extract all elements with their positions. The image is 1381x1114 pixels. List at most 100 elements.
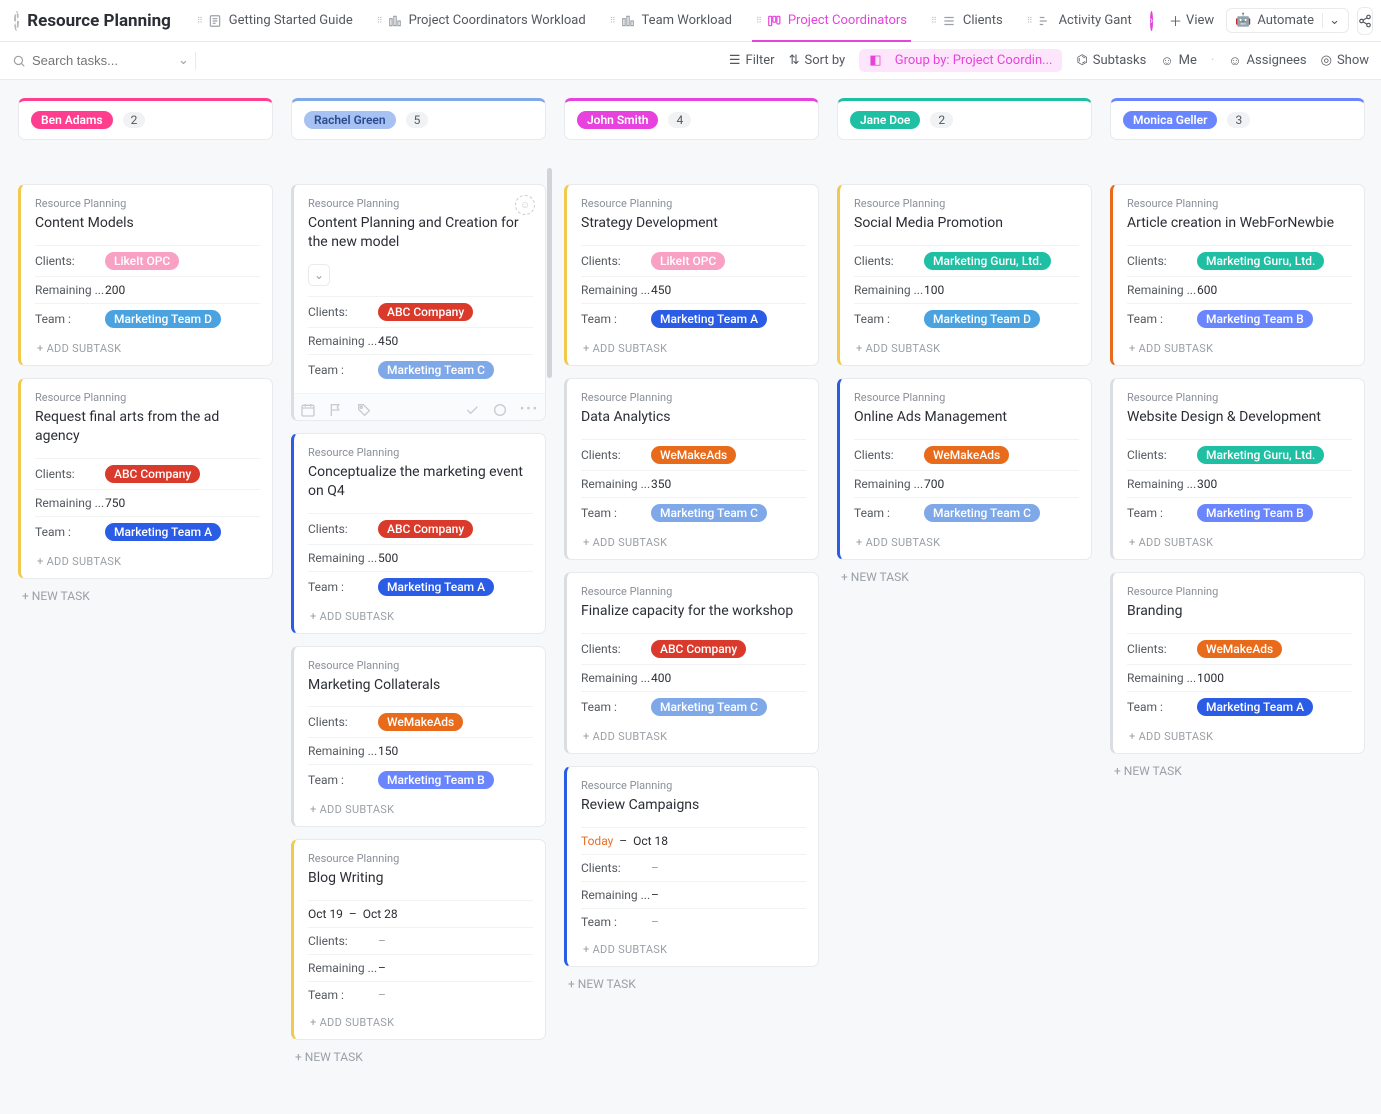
people-icon: ☺ <box>1228 53 1241 69</box>
circle-icon[interactable] <box>492 402 508 418</box>
column-header[interactable]: John Smith 4 <box>564 98 819 140</box>
team-tag[interactable]: Marketing Team B <box>1197 310 1313 328</box>
add-subtask-button[interactable]: + ADD SUBTASK <box>308 795 533 818</box>
new-task-button[interactable]: + NEW TASK <box>1110 754 1365 788</box>
view-tab[interactable]: ⠿Project Coordinators <box>744 0 919 42</box>
team-tag[interactable]: Marketing Team C <box>378 361 494 379</box>
new-task-button[interactable]: + NEW TASK <box>18 579 273 613</box>
view-tab[interactable]: ⠿Activity Gant <box>1015 0 1144 42</box>
new-task-button[interactable]: + NEW TASK <box>291 1040 546 1074</box>
column-header[interactable]: Monica Geller 3 <box>1110 98 1365 140</box>
new-task-button[interactable]: + NEW TASK <box>837 560 1092 594</box>
client-tag[interactable]: WeMakeAds <box>1197 640 1282 658</box>
team-tag[interactable]: Marketing Team C <box>651 504 767 522</box>
client-tag[interactable]: WeMakeAds <box>924 446 1009 464</box>
scrollbar[interactable] <box>547 168 552 378</box>
view-tab[interactable]: ⠿Clients <box>919 0 1015 42</box>
team-tag[interactable]: Marketing Team A <box>105 523 221 541</box>
team-tag[interactable]: Marketing Team B <box>1197 504 1313 522</box>
flag-icon[interactable] <box>328 402 344 418</box>
team-tag[interactable]: Marketing Team D <box>924 310 1040 328</box>
task-card[interactable]: Resource PlanningArticle creation in Web… <box>1110 184 1365 366</box>
team-tag[interactable]: Marketing Team B <box>378 771 494 789</box>
team-tag[interactable]: Marketing Team D <box>105 310 221 328</box>
view-type-icon <box>941 13 957 29</box>
me-button[interactable]: ☺Me <box>1160 53 1197 69</box>
team-tag[interactable]: Marketing Team A <box>1197 698 1313 716</box>
add-subtask-button[interactable]: + ADD SUBTASK <box>581 334 806 357</box>
team-tag[interactable]: Marketing Team A <box>378 578 494 596</box>
tag-icon[interactable] <box>356 402 372 418</box>
show-button[interactable]: ◎Show <box>1321 53 1369 68</box>
add-view-button[interactable]: ＋View <box>1159 11 1224 30</box>
view-tab[interactable]: ⠿Project Coordinators Workload <box>365 0 598 42</box>
chevron-down-icon[interactable]: ⌄ <box>178 53 189 68</box>
client-tag[interactable]: Marketing Guru, Ltd. <box>1197 252 1324 270</box>
client-tag[interactable]: ABC Company <box>378 303 473 321</box>
client-tag[interactable]: LikeIt OPC <box>105 252 179 270</box>
search-input[interactable] <box>32 53 172 68</box>
filter-button[interactable]: ☰Filter <box>729 53 775 68</box>
calendar-icon[interactable] <box>300 402 316 418</box>
automate-button[interactable]: 🤖 Automate ⌄ <box>1226 8 1349 33</box>
task-card[interactable]: Resource PlanningWebsite Design & Develo… <box>1110 378 1365 560</box>
field-label: Clients: <box>308 305 378 319</box>
new-task-button[interactable]: + NEW TASK <box>564 967 819 1001</box>
task-title: Review Campaigns <box>581 796 806 815</box>
share-button[interactable] <box>1357 7 1373 35</box>
add-subtask-button[interactable]: + ADD SUBTASK <box>581 935 806 958</box>
client-tag[interactable]: WeMakeAds <box>651 446 736 464</box>
task-card[interactable]: Resource PlanningFinalize capacity for t… <box>564 572 819 754</box>
project-label: Resource Planning <box>1127 585 1352 598</box>
add-subtask-button[interactable]: + ADD SUBTASK <box>581 722 806 745</box>
team-tag[interactable]: Marketing Team C <box>924 504 1040 522</box>
group-by-button[interactable]: ◧ Group by: Project Coordin... <box>859 49 1062 72</box>
client-tag[interactable]: ABC Company <box>651 640 746 658</box>
task-card[interactable]: Resource PlanningBlog WritingOct 19 – Oc… <box>291 839 546 1040</box>
add-subtask-button[interactable]: + ADD SUBTASK <box>1127 528 1352 551</box>
team-tag[interactable]: Marketing Team A <box>651 310 767 328</box>
task-card[interactable]: Resource PlanningBrandingClients:WeMakeA… <box>1110 572 1365 754</box>
more-icon[interactable]: ••• <box>520 402 539 417</box>
add-subtask-button[interactable]: + ADD SUBTASK <box>308 1008 533 1031</box>
column-header[interactable]: Rachel Green 5 <box>291 98 546 140</box>
task-card[interactable]: Resource PlanningContent ModelsClients:L… <box>18 184 273 366</box>
add-subtask-button[interactable]: + ADD SUBTASK <box>581 528 806 551</box>
view-tab[interactable]: ⠿Team Workload <box>598 0 744 42</box>
client-tag[interactable]: WeMakeAds <box>378 713 463 731</box>
view-tab[interactable]: ⠿Getting Started Guide <box>185 0 365 42</box>
client-tag[interactable]: ABC Company <box>105 465 200 483</box>
add-subtask-button[interactable]: + ADD SUBTASK <box>854 528 1079 551</box>
assignees-button[interactable]: ☺Assignees <box>1228 53 1306 69</box>
client-tag[interactable]: Marketing Guru, Ltd. <box>1197 446 1324 464</box>
column-header[interactable]: Ben Adams 2 <box>18 98 273 140</box>
task-card[interactable]: Resource PlanningReview CampaignsToday –… <box>564 766 819 967</box>
add-subtask-button[interactable]: + ADD SUBTASK <box>854 334 1079 357</box>
add-subtask-button[interactable]: + ADD SUBTASK <box>35 547 260 570</box>
add-subtask-button[interactable]: + ADD SUBTASK <box>1127 334 1352 357</box>
task-card[interactable]: Resource PlanningConceptualize the marke… <box>291 433 546 634</box>
client-tag[interactable]: ABC Company <box>378 520 473 538</box>
client-tag[interactable]: LikeIt OPC <box>651 252 725 270</box>
assignee-placeholder-icon[interactable]: ☺ <box>515 195 535 215</box>
task-card[interactable]: Resource PlanningSocial Media PromotionC… <box>837 184 1092 366</box>
task-card[interactable]: ☺Resource PlanningContent Planning and C… <box>291 184 546 421</box>
task-title: Request final arts from the ad agency <box>35 408 260 446</box>
sort-button[interactable]: ⇅Sort by <box>789 53 846 68</box>
tabs-scroll-right-button[interactable]: › <box>1150 11 1153 31</box>
add-subtask-button[interactable]: + ADD SUBTASK <box>1127 722 1352 745</box>
task-card[interactable]: Resource PlanningMarketing CollateralsCl… <box>291 646 546 828</box>
team-tag[interactable]: Marketing Team C <box>651 698 767 716</box>
subtask-indicator-icon[interactable]: ⌄ <box>308 264 330 286</box>
add-subtask-button[interactable]: + ADD SUBTASK <box>35 334 260 357</box>
task-card[interactable]: Resource PlanningOnline Ads ManagementCl… <box>837 378 1092 560</box>
task-card[interactable]: Resource PlanningRequest final arts from… <box>18 378 273 579</box>
task-card[interactable]: Resource PlanningData AnalyticsClients:W… <box>564 378 819 560</box>
add-subtask-button[interactable]: + ADD SUBTASK <box>308 602 533 625</box>
field-label: Team : <box>854 312 924 326</box>
client-tag[interactable]: Marketing Guru, Ltd. <box>924 252 1051 270</box>
check-icon[interactable] <box>464 402 480 418</box>
subtasks-button[interactable]: ⌬Subtasks <box>1076 53 1146 68</box>
column-header[interactable]: Jane Doe 2 <box>837 98 1092 140</box>
task-card[interactable]: Resource PlanningStrategy DevelopmentCli… <box>564 184 819 366</box>
